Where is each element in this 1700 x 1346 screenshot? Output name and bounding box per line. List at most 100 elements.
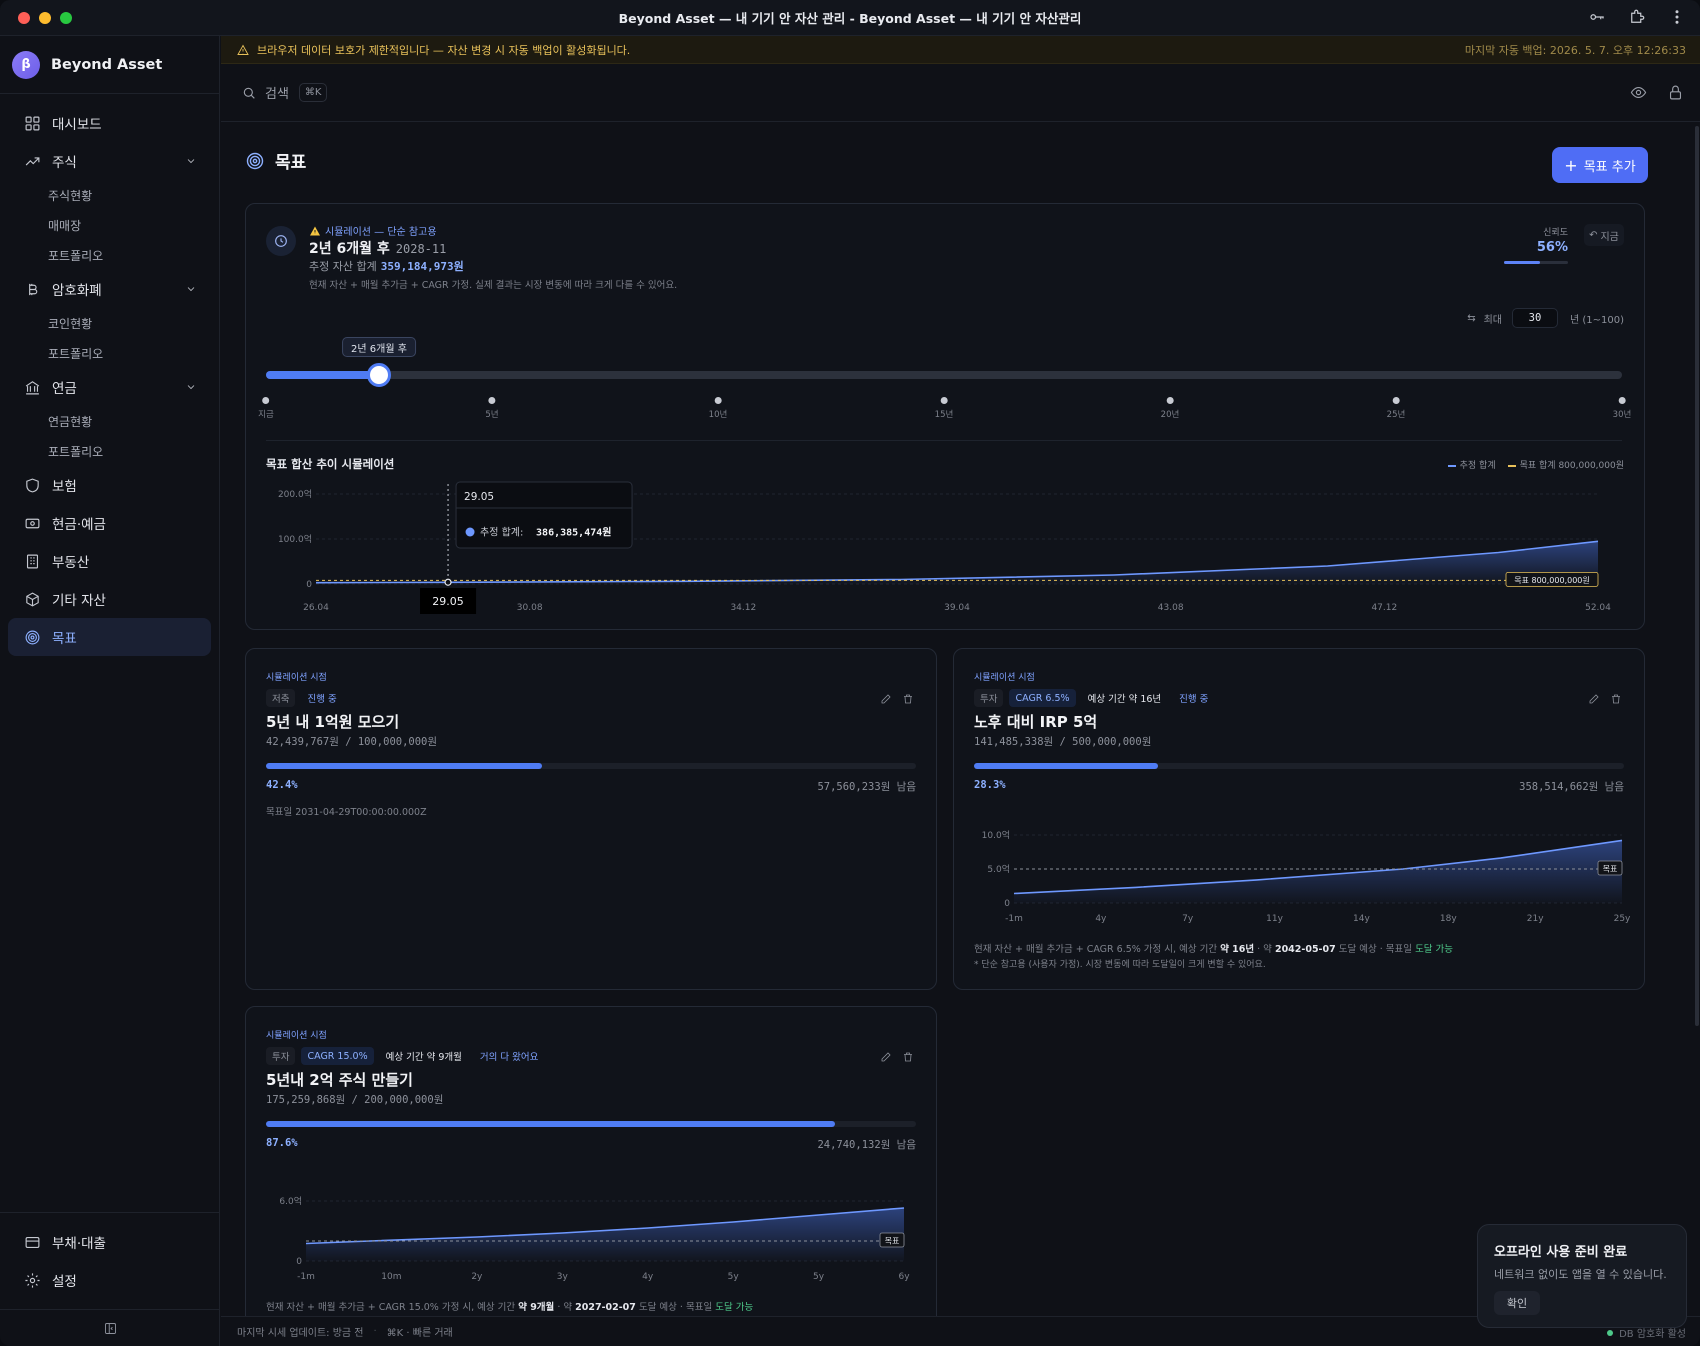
target-label: 목표 800,000,000원	[1514, 576, 1590, 585]
sidebar-sub-coin-status[interactable]: 코인현황	[0, 308, 219, 338]
warning-icon	[237, 44, 249, 55]
highlight-tick-label: 29.05	[432, 595, 464, 608]
sidebar-sub-trade-log[interactable]: 매매장	[0, 210, 219, 240]
clock-icon	[275, 235, 287, 247]
sidebar-item-other-assets[interactable]: 기타 자산	[8, 580, 211, 618]
minimize-window-button[interactable]	[39, 12, 51, 24]
x-tick-label: 52.04	[1585, 603, 1611, 613]
brand[interactable]: β Beyond Asset	[0, 36, 219, 94]
max-years-input[interactable]: 30	[1511, 308, 1558, 328]
toast-confirm-button[interactable]: 확인	[1494, 1291, 1540, 1315]
sidebar-sub-pension-status[interactable]: 연금현황	[0, 406, 219, 436]
x-tick-label: 21y	[1527, 914, 1544, 924]
sidebar-item-goals[interactable]: 목표	[8, 618, 211, 656]
extension-icon[interactable]	[1628, 8, 1646, 26]
chart-legend: 추정 합계 목표 합계 800,000,000원	[1447, 458, 1624, 471]
slider-tick[interactable]: 20년	[1161, 397, 1179, 420]
sidebar-item-dashboard[interactable]: 대시보드	[8, 104, 211, 142]
simulation-date: 2028-11	[395, 242, 447, 256]
goal-projection-note: 현재 자산 + 매월 추가금 + CAGR 6.5% 가정 시, 예상 기간 약…	[974, 941, 1453, 955]
slider-tick[interactable]: 25년	[1387, 397, 1405, 420]
main-scrollbar[interactable]	[1694, 122, 1700, 1316]
quick-trade-shortcut[interactable]: ⌘K · 빠른 거래	[387, 1324, 453, 1339]
target-icon	[246, 152, 264, 169]
slider-tick[interactable]: 15년	[934, 397, 954, 420]
eye-icon[interactable]	[1630, 84, 1647, 101]
sidebar-item-debt[interactable]: 부채·대출	[8, 1223, 212, 1261]
last-backup: 마지막 자동 백업: 2026. 5. 7. 오후 12:26:33	[1464, 43, 1686, 57]
sidebar-item-crypto[interactable]: 암호화폐	[8, 270, 211, 308]
max-years-label: 최대	[1483, 314, 1502, 326]
main-content: 목표 + 목표 추가 시뮬레이션 — 단순 참고용 2년 6개월 후 2028-1…	[221, 122, 1700, 1316]
goal-amount: 42,439,767원 / 100,000,000원	[266, 736, 438, 748]
tick-label: 10년	[708, 410, 728, 420]
add-goal-button[interactable]: + 목표 추가	[1552, 147, 1648, 183]
sidebar-sub-stock-portfolio[interactable]: 포트폴리오	[0, 240, 219, 270]
goal-percent: 42.4%	[266, 779, 298, 791]
x-tick-label: 26.04	[303, 603, 329, 613]
goal-kicker: 시뮬레이션 시점	[266, 1031, 327, 1041]
sidebar-item-pension[interactable]: 연금	[8, 368, 211, 406]
chart-title: 목표 합산 추이 시뮬레이션	[266, 457, 395, 471]
goal-percent: 87.6%	[266, 1137, 298, 1149]
simulation-card: 시뮬레이션 — 단순 참고용 2년 6개월 후 2028-11 추정 자산 합계 3…	[245, 203, 1645, 630]
sidebar-item-real-estate[interactable]: 부동산	[8, 542, 211, 580]
goal-remaining-value: 358,514,662원	[1519, 781, 1599, 793]
target-icon	[25, 630, 40, 644]
y-tick-label: 0	[1004, 899, 1010, 909]
sidebar-item-stocks[interactable]: 주식	[8, 142, 211, 180]
sidebar-item-settings[interactable]: 설정	[8, 1261, 212, 1299]
slider-tick[interactable]: 10년	[708, 397, 728, 420]
slider-tick[interactable]: 지금	[258, 397, 274, 420]
goal-tag: 진행 중	[1179, 694, 1209, 705]
goal-tag: 저축	[266, 689, 296, 707]
reset-now-button[interactable]: ↶ 지금	[1584, 224, 1624, 246]
tick-dot	[714, 397, 722, 404]
goal-tag: 투자	[974, 689, 1004, 707]
trash-icon[interactable]	[1610, 693, 1622, 705]
building-icon	[26, 554, 39, 568]
time-slider-thumb[interactable]	[367, 363, 391, 387]
note-text: 도달 예상 · 목표일	[638, 1302, 713, 1313]
trash-icon[interactable]	[902, 693, 914, 705]
sidebar-sub-stock-status[interactable]: 주식현황	[0, 180, 219, 210]
slider-tick[interactable]: 30년	[1613, 397, 1631, 420]
edit-icon[interactable]	[1588, 693, 1600, 705]
search-input[interactable]: 검색	[265, 83, 289, 102]
tick-dot	[1166, 397, 1174, 404]
search-shortcut: ⌘K	[298, 83, 328, 102]
time-slider[interactable]: 2년 6개월 후	[266, 337, 1622, 387]
bitcoin-icon	[29, 283, 38, 295]
sidebar-item-insurance[interactable]: 보험	[8, 466, 211, 504]
x-tick-label: -1m	[1005, 914, 1023, 924]
swap-icon: ⇆	[1467, 312, 1476, 324]
trending-up-icon	[25, 156, 40, 165]
confidence-value: 56%	[1536, 240, 1568, 255]
maximize-window-button[interactable]	[60, 12, 72, 24]
more-vertical-icon[interactable]	[1668, 8, 1686, 26]
x-tick-label: 47.12	[1371, 603, 1397, 613]
app-window: Beyond Asset — 내 기기 안 자산 관리 - Beyond Ass…	[0, 0, 1700, 1346]
tick-label: 15년	[934, 410, 954, 420]
search-icon[interactable]	[241, 85, 257, 101]
edit-icon[interactable]	[880, 1051, 892, 1063]
key-icon[interactable]	[1588, 8, 1606, 26]
sidebar-sub-crypto-portfolio[interactable]: 포트폴리오	[0, 338, 219, 368]
goal-projection-note: 현재 자산 + 매월 추가금 + CAGR 15.0% 가정 시, 예상 기간 …	[266, 1299, 753, 1313]
lock-icon[interactable]	[1667, 84, 1684, 101]
tick-dot	[1392, 397, 1400, 404]
x-tick-label: 6y	[898, 1272, 910, 1282]
note-duration: 약 16년	[1220, 944, 1255, 955]
slider-tick[interactable]: 5년	[485, 397, 499, 420]
collapse-sidebar-button[interactable]	[0, 1310, 220, 1346]
edit-icon[interactable]	[880, 693, 892, 705]
sidebar-item-cash[interactable]: 현금·예금	[8, 504, 211, 542]
trash-icon[interactable]	[902, 1051, 914, 1063]
close-window-button[interactable]	[18, 12, 30, 24]
x-tick-label: 25y	[1614, 914, 1631, 924]
sidebar-sub-pension-portfolio[interactable]: 포트폴리오	[0, 436, 219, 466]
goal-card: 시뮬레이션 시점 투자 CAGR 15.0% 예상 기간 약 9개월 거의 다 왔어요…	[245, 1006, 937, 1316]
page-title: 목표	[275, 153, 307, 173]
goal-projection-chart: 6.0억 0 -1m 10m 2y 3y 4y 5y 5y 6y 목표	[279, 1195, 910, 1282]
divider	[266, 440, 1622, 441]
